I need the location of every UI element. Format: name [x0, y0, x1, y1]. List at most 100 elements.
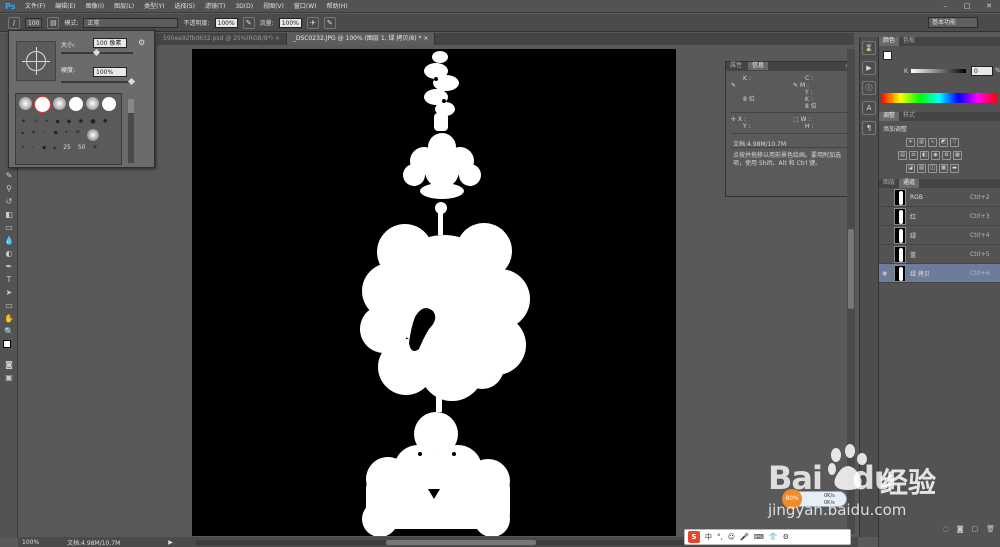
channel-mixer-icon[interactable]: ♻ [942, 151, 951, 160]
color-swatches[interactable] [0, 338, 18, 358]
document-canvas[interactable] [192, 49, 676, 536]
info-panel-icon[interactable]: ⓘ [862, 81, 876, 95]
brush-tool-icon[interactable]: ✎ [0, 169, 18, 182]
hard-brush-preset[interactable] [69, 97, 83, 111]
menu-edit[interactable]: 编辑(E) [50, 0, 80, 13]
ime-keyboard-icon[interactable]: ⌨ [754, 533, 764, 541]
vibrance-icon[interactable]: ▽ [950, 138, 959, 147]
tab-layers[interactable]: 图层 [879, 179, 899, 188]
black-white-icon[interactable]: ◧ [920, 151, 929, 160]
foreground-color-swatch[interactable] [3, 340, 11, 348]
presets-scrollbar[interactable] [128, 99, 134, 163]
curves-icon[interactable]: ∿ [928, 138, 937, 147]
tab-info[interactable]: 信息 [747, 62, 768, 70]
actions-panel-icon[interactable]: ▶ [862, 61, 876, 75]
ime-chinese-toggle[interactable]: 中 [705, 532, 712, 542]
menu-help[interactable]: 帮助(H) [322, 0, 353, 13]
menu-3d[interactable]: 3D(D) [230, 0, 258, 13]
channel-row-green[interactable]: 绿 Ctrl+4 [879, 226, 1000, 245]
blur-icon[interactable]: 💧 [0, 234, 18, 247]
hard-brush-preset[interactable] [102, 97, 116, 111]
clone-stamp-icon[interactable]: ⚲ [0, 182, 18, 195]
gradient-map-icon[interactable]: ▬ [950, 164, 959, 173]
invert-icon[interactable]: ◪ [906, 164, 915, 173]
shape-icon[interactable]: ▭ [0, 299, 18, 312]
pen-icon[interactable]: ✒ [0, 260, 18, 273]
save-selection-icon[interactable]: ◙ [957, 525, 964, 537]
pressure-size-icon[interactable]: ✎ [323, 16, 336, 29]
menu-select[interactable]: 选择(S) [169, 0, 200, 13]
paragraph-panel-icon[interactable]: ¶ [862, 121, 876, 135]
workspace-select[interactable]: 基本功能 [928, 17, 978, 28]
sogou-logo[interactable]: S [688, 531, 700, 543]
close-icon[interactable]: × [423, 35, 428, 42]
brush-size-field[interactable]: 100 像素 [93, 38, 127, 48]
color-lookup-icon[interactable]: ▦ [953, 151, 962, 160]
ime-skin-icon[interactable]: 👕 [769, 533, 778, 541]
brush-presets-grid[interactable]: ✦ ✧ • ▪ ◆ ✱ ● ✹ ▴ ✶ ◦ ▪ • ✳ • ◦ ▪ ▴ 25 50 ✳ [15, 93, 122, 165]
k-slider[interactable] [911, 69, 966, 73]
brush-tool-preset-icon[interactable]: ∕ [8, 16, 20, 29]
type-tool-icon[interactable]: T [0, 273, 18, 286]
exposure-icon[interactable]: ◩ [939, 138, 948, 147]
menu-view[interactable]: 视图(V) [258, 0, 289, 13]
airbrush-icon[interactable]: ✈ [306, 16, 319, 29]
quick-mask-icon[interactable]: ◙ [0, 358, 18, 371]
blend-mode-select[interactable]: 正常 [83, 17, 179, 28]
ime-punctuation-toggle[interactable]: °, [717, 533, 723, 541]
flow-field[interactable]: 100% [278, 17, 302, 28]
new-channel-icon[interactable]: ▢ [971, 525, 978, 537]
brightness-icon[interactable]: ☀ [906, 138, 915, 147]
tab-properties[interactable]: 属性 [726, 62, 746, 70]
soft-brush-preset[interactable] [19, 97, 32, 110]
close-icon[interactable]: ✕ [978, 0, 1000, 13]
tab-jpg-document[interactable]: _DSC0232.JPG @ 100% (图层 1, 绿 拷贝/8) * × [286, 33, 436, 45]
levels-icon[interactable]: ▥ [917, 138, 926, 147]
scroll-thumb[interactable] [848, 229, 854, 309]
tab-channels[interactable]: 通道 [899, 179, 920, 188]
path-select-icon[interactable]: ➤ [0, 286, 18, 299]
zoom-level[interactable]: 100% [22, 539, 39, 546]
photo-filter-icon[interactable]: ◉ [931, 151, 940, 160]
history-panel-icon[interactable]: ⌛ [862, 41, 876, 55]
canvas-vertical-scrollbar[interactable] [847, 49, 855, 534]
visibility-icon[interactable]: ◉ [882, 270, 890, 277]
channel-row-rgb[interactable]: RGB Ctrl+2 [879, 188, 1000, 207]
brush-size-picker[interactable]: 100 [25, 17, 43, 28]
network-speed-widget[interactable]: 80% 0K/s 0K/s [782, 489, 847, 509]
status-menu-arrow-icon[interactable]: ▶ [168, 539, 173, 546]
color-spectrum-ramp[interactable] [881, 93, 997, 103]
ime-emoji-icon[interactable]: ☺ [728, 533, 735, 541]
posterize-icon[interactable]: ▨ [917, 164, 926, 173]
hue-saturation-icon[interactable]: ▤ [898, 151, 907, 160]
tab-swatches[interactable]: 色板 [899, 37, 919, 46]
tab-psd-document[interactable]: 590ee92fbd632.psd @ 25%(RGB/8*) × [157, 33, 287, 45]
menu-type[interactable]: 类型(Y) [139, 0, 169, 13]
menu-filter[interactable]: 滤镜(T) [200, 0, 230, 13]
brush-panel-toggle-icon[interactable]: ▤ [47, 16, 60, 29]
hard-brush-preset-selected[interactable] [35, 97, 50, 112]
size-slider[interactable] [61, 48, 133, 57]
k-value-field[interactable]: 0 [971, 66, 993, 76]
soft-brush-preset[interactable] [53, 97, 66, 110]
menu-window[interactable]: 窗口(W) [289, 0, 322, 13]
close-icon[interactable]: × [275, 35, 280, 42]
tab-color[interactable]: 颜色 [879, 37, 900, 46]
channel-row-blue[interactable]: 蓝 Ctrl+5 [879, 245, 1000, 264]
gradient-icon[interactable]: ▭ [0, 221, 18, 234]
canvas-horizontal-scrollbar[interactable] [195, 539, 716, 545]
selective-color-icon[interactable]: ▩ [939, 164, 948, 173]
scroll-thumb[interactable] [385, 539, 536, 545]
color-balance-icon[interactable]: ⚖ [909, 151, 918, 160]
hardness-field[interactable]: 100% [93, 67, 127, 77]
history-brush-icon[interactable]: ↺ [0, 195, 18, 208]
screen-mode-icon[interactable]: ▣ [0, 371, 18, 384]
brush-angle-preview[interactable] [16, 41, 56, 81]
slider-thumb[interactable] [127, 77, 136, 86]
gear-icon[interactable]: ⚙ [138, 38, 145, 47]
channel-row-green-copy[interactable]: ◉ 绿 拷贝 Ctrl+6 [879, 264, 1000, 283]
opacity-field[interactable]: 100% [214, 17, 238, 28]
delete-channel-icon[interactable]: 🗑 [986, 525, 995, 537]
slider-thumb[interactable] [92, 48, 101, 57]
soft-brush-preset[interactable] [86, 97, 99, 110]
